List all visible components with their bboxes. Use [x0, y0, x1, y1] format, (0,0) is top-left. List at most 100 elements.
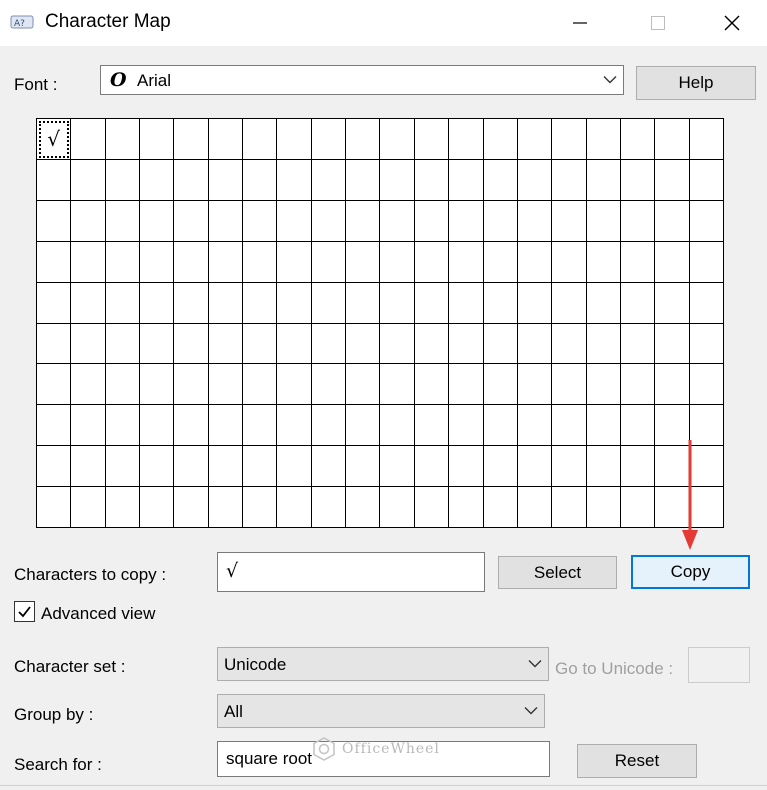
character-cell[interactable] — [277, 364, 312, 406]
character-cell[interactable] — [414, 119, 450, 160]
copy-button[interactable]: Copy — [631, 555, 750, 589]
character-cell[interactable] — [414, 159, 450, 201]
character-cell[interactable] — [517, 323, 553, 365]
character-cell[interactable] — [174, 487, 209, 528]
character-cell[interactable] — [483, 282, 518, 324]
character-cell[interactable] — [620, 119, 656, 160]
character-cell[interactable] — [689, 159, 724, 201]
character-cell[interactable] — [552, 159, 587, 201]
character-cell[interactable] — [277, 200, 312, 242]
character-cell[interactable] — [380, 364, 415, 406]
character-cell[interactable] — [552, 323, 587, 365]
character-cell[interactable] — [655, 364, 690, 406]
character-cell[interactable] — [620, 159, 656, 201]
character-cell[interactable] — [208, 487, 244, 528]
character-cell[interactable] — [689, 200, 724, 242]
character-cell[interactable] — [346, 446, 381, 488]
character-cell[interactable] — [346, 241, 381, 283]
character-cell[interactable] — [208, 159, 244, 201]
character-cell[interactable] — [449, 200, 484, 242]
character-cell[interactable] — [174, 159, 209, 201]
go-to-unicode-input[interactable] — [688, 647, 750, 683]
character-cell[interactable] — [105, 200, 141, 242]
character-cell[interactable] — [311, 487, 347, 528]
character-cell[interactable] — [689, 364, 724, 406]
character-cell[interactable] — [71, 323, 106, 365]
character-cell[interactable] — [243, 119, 278, 160]
character-cell[interactable] — [37, 159, 72, 201]
character-cell[interactable] — [311, 364, 347, 406]
character-cell[interactable] — [517, 487, 553, 528]
character-cell[interactable] — [449, 446, 484, 488]
character-cell[interactable] — [311, 405, 347, 447]
character-cell[interactable] — [71, 159, 106, 201]
character-cell[interactable] — [689, 119, 724, 160]
font-dropdown[interactable]: O Arial — [100, 65, 624, 95]
character-cell[interactable] — [37, 200, 72, 242]
character-cell[interactable] — [449, 119, 484, 160]
character-cell[interactable] — [449, 241, 484, 283]
character-cell[interactable] — [105, 405, 141, 447]
chars-to-copy-input[interactable]: √ — [217, 552, 485, 592]
character-cell[interactable] — [655, 200, 690, 242]
character-cell[interactable] — [37, 282, 72, 324]
character-cell[interactable] — [517, 282, 553, 324]
character-cell[interactable] — [346, 405, 381, 447]
character-cell[interactable] — [414, 282, 450, 324]
character-cell[interactable] — [140, 446, 175, 488]
character-cell[interactable] — [689, 282, 724, 324]
character-cell[interactable] — [449, 487, 484, 528]
character-cell[interactable] — [414, 487, 450, 528]
character-cell[interactable] — [208, 119, 244, 160]
character-cell[interactable] — [71, 241, 106, 283]
character-cell[interactable] — [346, 159, 381, 201]
character-cell[interactable] — [105, 159, 141, 201]
character-cell[interactable] — [105, 282, 141, 324]
character-cell[interactable] — [243, 241, 278, 283]
character-cell[interactable] — [483, 364, 518, 406]
character-cell[interactable] — [449, 405, 484, 447]
character-cell[interactable] — [380, 200, 415, 242]
character-cell[interactable] — [140, 364, 175, 406]
character-cell[interactable] — [174, 119, 209, 160]
character-cell[interactable] — [620, 364, 656, 406]
character-cell[interactable] — [380, 487, 415, 528]
character-cell[interactable] — [140, 159, 175, 201]
character-cell[interactable] — [140, 200, 175, 242]
character-cell[interactable] — [140, 241, 175, 283]
character-cell[interactable] — [71, 200, 106, 242]
character-cell[interactable] — [414, 446, 450, 488]
character-cell[interactable] — [243, 446, 278, 488]
character-cell[interactable] — [311, 119, 347, 160]
character-cell[interactable] — [586, 241, 621, 283]
character-cell[interactable] — [311, 200, 347, 242]
character-cell[interactable] — [414, 200, 450, 242]
character-cell[interactable] — [586, 364, 621, 406]
character-cell[interactable] — [586, 119, 621, 160]
character-cell[interactable] — [517, 159, 553, 201]
character-cell[interactable] — [311, 241, 347, 283]
character-cell[interactable] — [483, 487, 518, 528]
character-cell[interactable] — [243, 405, 278, 447]
character-cell[interactable] — [208, 405, 244, 447]
character-cell[interactable] — [380, 119, 415, 160]
character-cell[interactable] — [243, 200, 278, 242]
character-cell[interactable] — [140, 487, 175, 528]
character-cell[interactable] — [586, 405, 621, 447]
character-cell[interactable] — [620, 487, 656, 528]
character-cell[interactable] — [414, 405, 450, 447]
character-cell[interactable] — [380, 282, 415, 324]
character-cell[interactable] — [655, 323, 690, 365]
character-cell[interactable] — [277, 119, 312, 160]
character-cell[interactable] — [517, 119, 553, 160]
character-cell[interactable] — [277, 241, 312, 283]
character-cell[interactable] — [552, 405, 587, 447]
character-cell[interactable] — [311, 323, 347, 365]
character-cell[interactable] — [37, 241, 72, 283]
character-cell[interactable] — [208, 241, 244, 283]
character-cell[interactable] — [243, 323, 278, 365]
character-cell[interactable] — [174, 241, 209, 283]
character-cell[interactable] — [655, 282, 690, 324]
character-cell[interactable] — [380, 323, 415, 365]
character-cell[interactable] — [174, 364, 209, 406]
